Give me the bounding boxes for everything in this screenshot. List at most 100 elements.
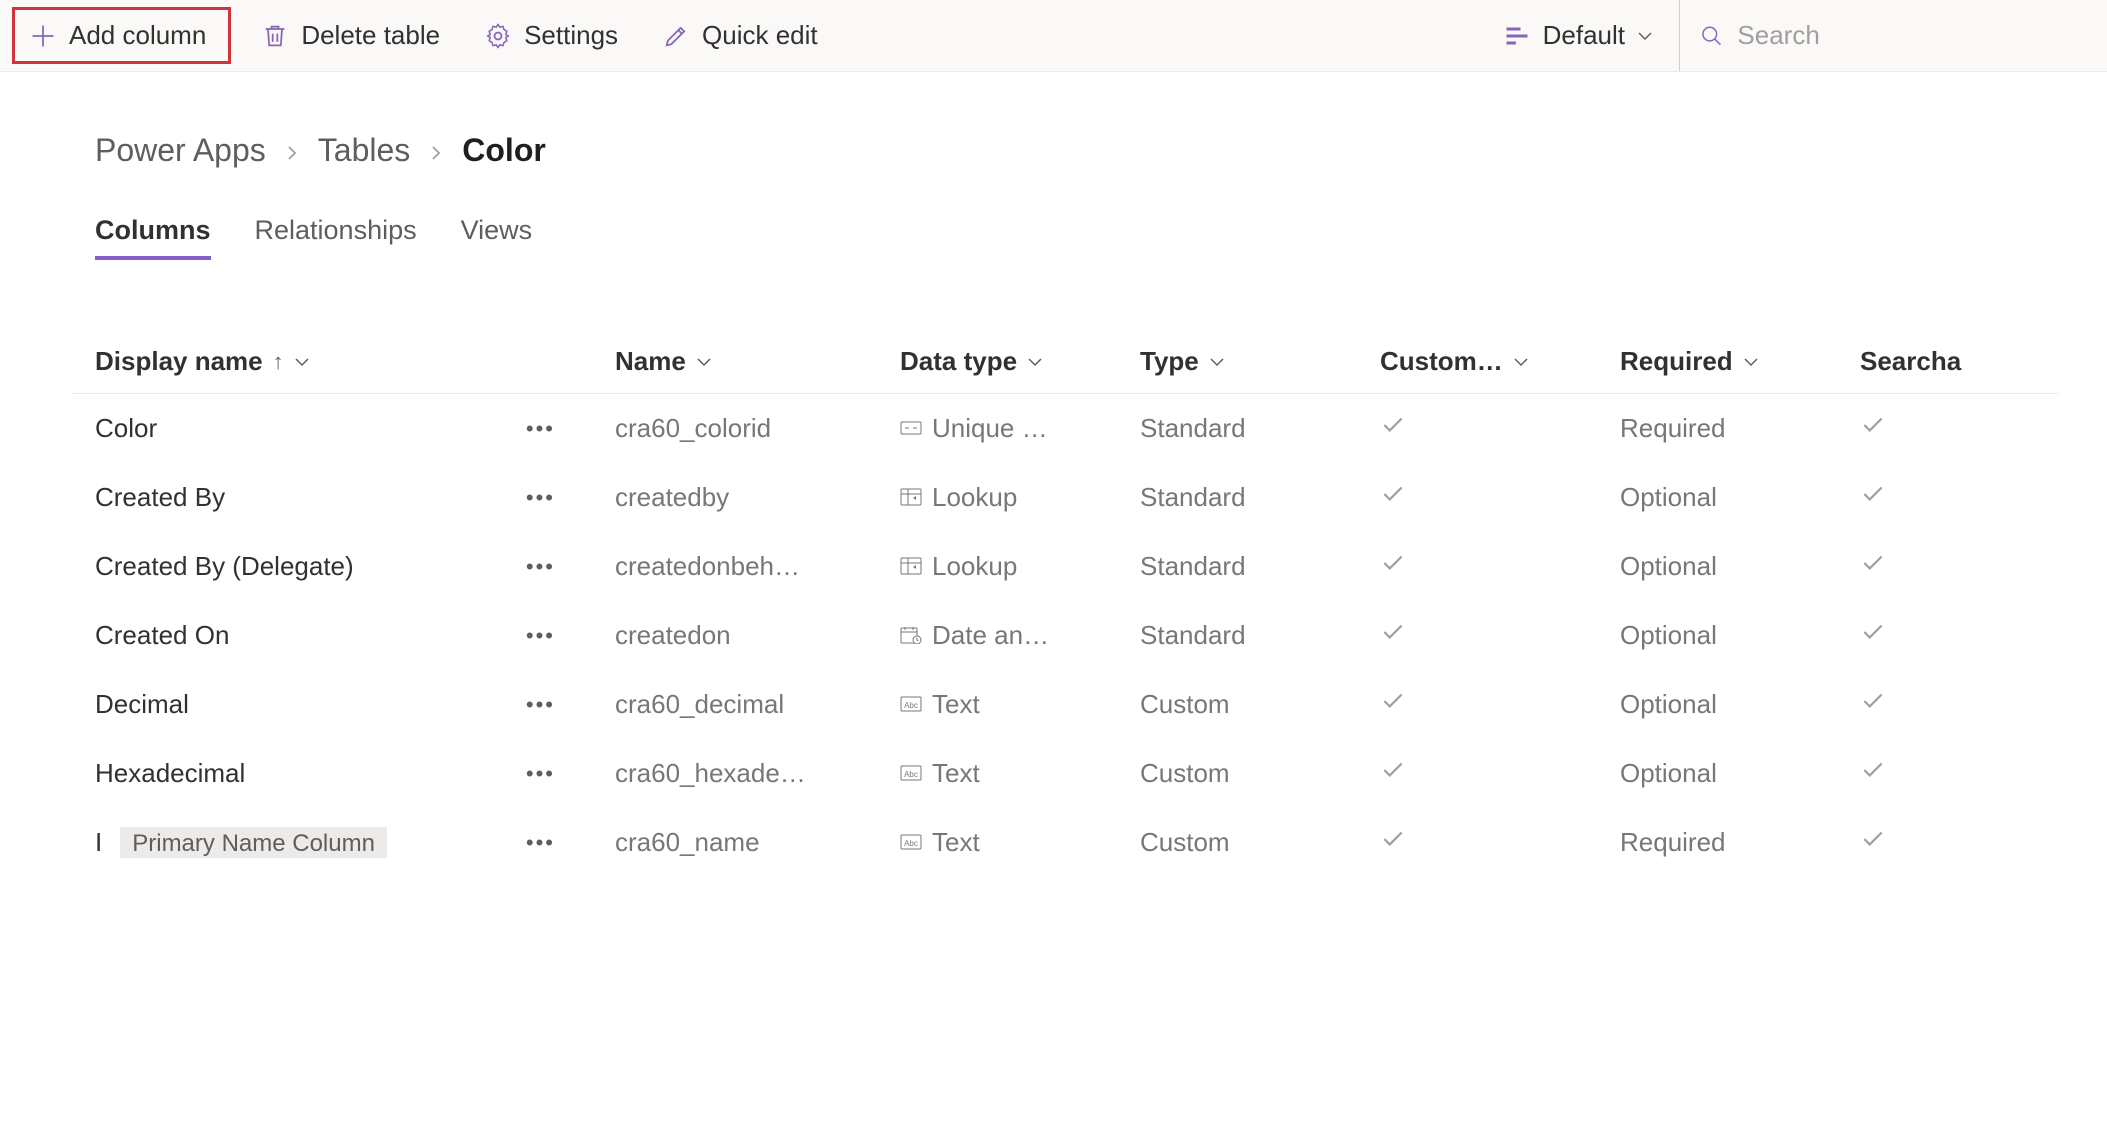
cell-display-name: Decimal <box>95 689 189 720</box>
cell-type: Custom <box>1140 689 1380 720</box>
tab-views[interactable]: Views <box>461 215 533 260</box>
cell-type: Standard <box>1140 482 1380 513</box>
chevron-down-icon <box>1513 354 1529 370</box>
table-row[interactable]: Decimal ••• cra60_decimal Abc Text Custo… <box>71 670 2059 739</box>
search-input[interactable] <box>1737 20 2075 51</box>
view-selector-label: Default <box>1543 20 1625 51</box>
cell-display-name: Created By (Delegate) <box>95 551 354 582</box>
header-datatype[interactable]: Data type <box>900 346 1140 377</box>
more-actions-icon[interactable]: ••• <box>526 416 555 442</box>
table-row[interactable]: Created By (Delegate) ••• createdonbeh… … <box>71 532 2059 601</box>
trash-icon <box>261 22 289 50</box>
cell-required: Optional <box>1620 689 1860 720</box>
tabs: Columns Relationships Views <box>95 215 2059 260</box>
cell-type: Standard <box>1140 413 1380 444</box>
cell-type: Standard <box>1140 620 1380 651</box>
cell-name: createdonbeh… <box>615 551 900 582</box>
toolbar-left: Add column Delete table Settings Quick e… <box>12 7 1487 64</box>
quick-edit-label: Quick edit <box>702 20 818 51</box>
delete-table-button[interactable]: Delete table <box>247 10 454 61</box>
search-box <box>1679 0 2095 71</box>
chevron-down-icon <box>696 354 712 370</box>
header-display-name[interactable]: Display name ↑ <box>71 346 615 377</box>
table-row[interactable]: Created By ••• createdby Lookup Standard… <box>71 463 2059 532</box>
chevron-down-icon <box>1027 354 1043 370</box>
more-actions-icon[interactable]: ••• <box>526 485 555 511</box>
cell-datatype: Abc Text <box>900 827 1140 858</box>
cell-searchable <box>1860 412 2010 445</box>
header-required[interactable]: Required <box>1620 346 1860 377</box>
cell-datatype: Lookup <box>900 551 1140 582</box>
cell-searchable <box>1860 481 2010 514</box>
header-type[interactable]: Type <box>1140 346 1380 377</box>
header-searchable[interactable]: Searcha <box>1860 346 2010 377</box>
chevron-down-icon <box>294 354 310 370</box>
header-name[interactable]: Name <box>615 346 900 377</box>
cell-required: Optional <box>1620 482 1860 513</box>
table-rows: Color ••• cra60_colorid Unique … Standar… <box>71 394 2059 877</box>
cell-searchable <box>1860 550 2010 583</box>
breadcrumb: Power Apps Tables Color <box>95 132 2059 169</box>
add-column-label: Add column <box>69 20 206 51</box>
table-row[interactable]: IPrimary Name Column ••• cra60_name Abc … <box>71 808 2059 877</box>
table-row[interactable]: Created On ••• createdon Date an… Standa… <box>71 601 2059 670</box>
cell-name: createdby <box>615 482 900 513</box>
tab-relationships[interactable]: Relationships <box>255 215 417 260</box>
cell-name: cra60_hexade… <box>615 758 900 789</box>
cell-datatype: Abc Text <box>900 689 1140 720</box>
cell-type: Standard <box>1140 551 1380 582</box>
view-selector[interactable]: Default <box>1487 10 1669 61</box>
content: Power Apps Tables Color Columns Relation… <box>0 72 2107 877</box>
more-actions-icon[interactable]: ••• <box>526 761 555 787</box>
breadcrumb-current: Color <box>462 132 546 169</box>
breadcrumb-tables[interactable]: Tables <box>318 132 411 169</box>
more-actions-icon[interactable]: ••• <box>526 623 555 649</box>
chevron-right-icon <box>428 132 444 169</box>
chevron-down-icon <box>1743 354 1759 370</box>
chevron-down-icon <box>1637 28 1653 44</box>
cell-datatype: Lookup <box>900 482 1140 513</box>
more-actions-icon[interactable]: ••• <box>526 830 555 856</box>
tab-columns[interactable]: Columns <box>95 215 211 260</box>
primary-name-pill: Primary Name Column <box>120 827 387 858</box>
cell-customizable <box>1380 550 1620 583</box>
cell-customizable <box>1380 412 1620 445</box>
table-row[interactable]: Hexadecimal ••• cra60_hexade… Abc Text C… <box>71 739 2059 808</box>
cell-customizable <box>1380 757 1620 790</box>
breadcrumb-powerapps[interactable]: Power Apps <box>95 132 266 169</box>
toolbar: Add column Delete table Settings Quick e… <box>0 0 2107 72</box>
cell-name: cra60_colorid <box>615 413 900 444</box>
cell-customizable <box>1380 688 1620 721</box>
chevron-right-icon <box>284 132 300 169</box>
cell-searchable <box>1860 619 2010 652</box>
sort-ascending-icon: ↑ <box>273 349 284 375</box>
datatype-icon <box>900 551 922 582</box>
delete-table-label: Delete table <box>301 20 440 51</box>
header-custom[interactable]: Custom… <box>1380 346 1620 377</box>
cell-name: createdon <box>615 620 900 651</box>
datatype-icon <box>900 413 922 444</box>
settings-label: Settings <box>524 20 618 51</box>
settings-button[interactable]: Settings <box>470 10 632 61</box>
cell-display-name: Color <box>95 413 157 444</box>
columns-table: Display name ↑ Name Data type Type Custo… <box>71 330 2059 877</box>
datatype-icon <box>900 482 922 513</box>
datatype-icon: Abc <box>900 758 922 789</box>
cell-display-name: Created By <box>95 482 225 513</box>
cell-searchable <box>1860 688 2010 721</box>
quick-edit-button[interactable]: Quick edit <box>648 10 832 61</box>
table-row[interactable]: Color ••• cra60_colorid Unique … Standar… <box>71 394 2059 463</box>
more-actions-icon[interactable]: ••• <box>526 692 555 718</box>
cell-required: Required <box>1620 827 1860 858</box>
more-actions-icon[interactable]: ••• <box>526 554 555 580</box>
cell-name: cra60_decimal <box>615 689 900 720</box>
cell-datatype: Unique … <box>900 413 1140 444</box>
list-icon <box>1503 22 1531 50</box>
cell-required: Optional <box>1620 551 1860 582</box>
cell-required: Optional <box>1620 758 1860 789</box>
table-header: Display name ↑ Name Data type Type Custo… <box>71 330 2059 394</box>
add-column-button[interactable]: Add column <box>12 7 231 64</box>
cell-customizable <box>1380 826 1620 859</box>
cell-display-name: IPrimary Name Column <box>95 827 387 858</box>
cell-type: Custom <box>1140 827 1380 858</box>
